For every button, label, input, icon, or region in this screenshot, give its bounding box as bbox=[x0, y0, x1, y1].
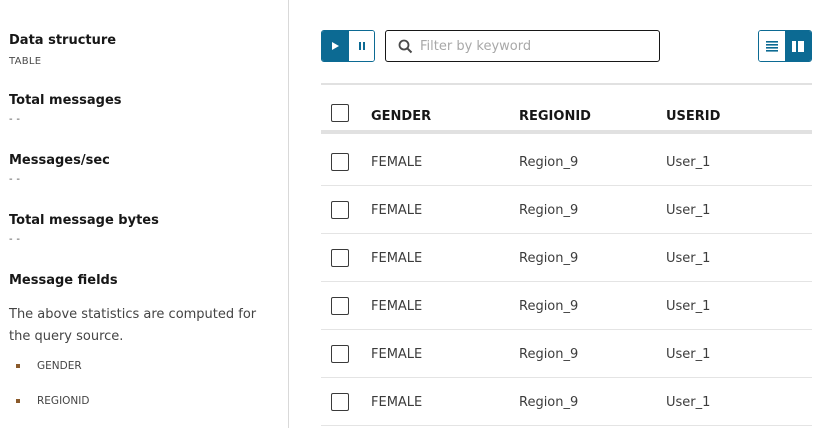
cell-regionid: Region_9 bbox=[519, 347, 579, 362]
table-row: FEMALE Region_9 User_1 bbox=[321, 378, 812, 426]
row-checkbox[interactable] bbox=[331, 153, 349, 171]
column-header-gender[interactable]: GENDER bbox=[371, 109, 431, 124]
table-divider bbox=[321, 83, 812, 85]
total-message-bytes-label: Total message bytes bbox=[9, 213, 159, 228]
list-view-button[interactable] bbox=[759, 31, 786, 61]
table-row: FEMALE Region_9 User_1 bbox=[321, 282, 812, 330]
row-checkbox[interactable] bbox=[331, 393, 349, 411]
column-header-userid[interactable]: USERID bbox=[666, 109, 720, 124]
stats-panel: Data structure TABLE Total messages - - … bbox=[0, 0, 289, 428]
card-view-icon bbox=[792, 40, 805, 52]
data-structure-value: TABLE bbox=[9, 56, 42, 67]
cell-regionid: Region_9 bbox=[519, 395, 579, 410]
cell-regionid: Region_9 bbox=[519, 299, 579, 314]
row-checkbox[interactable] bbox=[331, 249, 349, 267]
cell-regionid: Region_9 bbox=[519, 155, 579, 170]
field-name: REGIONID bbox=[37, 395, 90, 407]
list-view-icon bbox=[766, 40, 779, 52]
cell-userid: User_1 bbox=[666, 395, 711, 410]
view-toggle bbox=[758, 30, 812, 62]
message-fields-description: The above statistics are computed for th… bbox=[9, 307, 257, 344]
filter-field[interactable] bbox=[385, 30, 660, 62]
filter-input[interactable] bbox=[420, 38, 640, 54]
search-icon bbox=[398, 39, 413, 54]
row-checkbox[interactable] bbox=[331, 201, 349, 219]
table-row: FEMALE Region_9 User_1 bbox=[321, 234, 812, 282]
messages-per-sec-label: Messages/sec bbox=[9, 153, 110, 168]
bullet-icon bbox=[16, 399, 20, 403]
cell-gender: FEMALE bbox=[371, 395, 423, 410]
cell-userid: User_1 bbox=[666, 347, 711, 362]
total-messages-value: - - bbox=[9, 114, 21, 125]
data-structure-label: Data structure bbox=[9, 33, 117, 48]
cell-regionid: Region_9 bbox=[519, 203, 579, 218]
cell-gender: FEMALE bbox=[371, 203, 423, 218]
table-row: FEMALE Region_9 User_1 bbox=[321, 330, 812, 378]
field-list-item: GENDER bbox=[16, 360, 82, 372]
card-view-button[interactable] bbox=[785, 31, 811, 61]
row-checkbox[interactable] bbox=[331, 297, 349, 315]
table-row: FEMALE Region_9 User_1 bbox=[321, 138, 812, 186]
messages-per-sec-value: - - bbox=[9, 174, 21, 185]
cell-userid: User_1 bbox=[666, 299, 711, 314]
cell-gender: FEMALE bbox=[371, 155, 423, 170]
table-header: GENDER REGIONID USERID bbox=[321, 86, 812, 134]
total-messages-label: Total messages bbox=[9, 93, 122, 108]
row-checkbox[interactable] bbox=[331, 345, 349, 363]
cell-regionid: Region_9 bbox=[519, 251, 579, 266]
play-icon bbox=[332, 42, 340, 50]
cell-gender: FEMALE bbox=[371, 299, 423, 314]
cell-userid: User_1 bbox=[666, 203, 711, 218]
stream-controls bbox=[321, 30, 375, 62]
field-name: GENDER bbox=[37, 360, 82, 372]
field-list-item: REGIONID bbox=[16, 395, 89, 407]
pause-icon bbox=[358, 42, 365, 50]
pause-button[interactable] bbox=[348, 31, 374, 61]
select-all-checkbox[interactable] bbox=[331, 104, 349, 122]
cell-userid: User_1 bbox=[666, 251, 711, 266]
play-button[interactable] bbox=[322, 31, 349, 61]
cell-gender: FEMALE bbox=[371, 347, 423, 362]
cell-gender: FEMALE bbox=[371, 251, 423, 266]
bullet-icon bbox=[16, 364, 20, 368]
total-message-bytes-value: - - bbox=[9, 234, 21, 245]
message-fields-label: Message fields bbox=[9, 273, 118, 288]
table-row: FEMALE Region_9 User_1 bbox=[321, 186, 812, 234]
column-header-regionid[interactable]: REGIONID bbox=[519, 109, 591, 124]
cell-userid: User_1 bbox=[666, 155, 711, 170]
